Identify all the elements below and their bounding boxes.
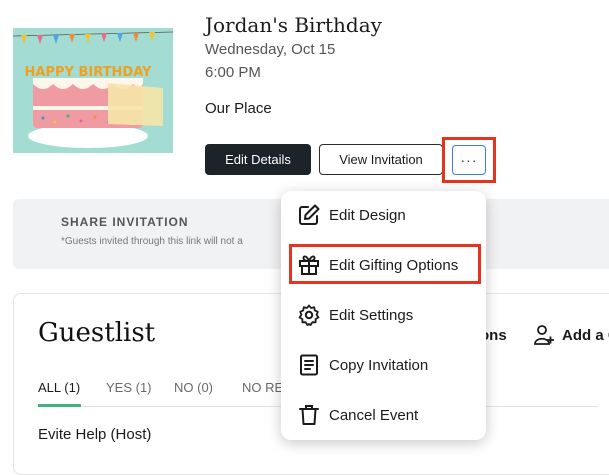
event-date: Wednesday, Oct 15: [205, 41, 336, 58]
view-invitation-button[interactable]: View Invitation: [319, 144, 443, 175]
share-invitation-title: SHARE INVITATION: [61, 215, 189, 229]
menu-item-label: Copy Invitation: [329, 356, 429, 374]
event-venue: Our Place: [205, 100, 272, 117]
more-options-button[interactable]: ···: [452, 145, 486, 175]
event-thumbnail[interactable]: HAPPY BIRTHDAY: [13, 28, 173, 153]
menu-item-edit-settings[interactable]: Edit Settings: [297, 302, 472, 328]
thumbnail-text: HAPPY BIRTHDAY: [25, 65, 152, 80]
edit-details-button[interactable]: Edit Details: [205, 144, 311, 175]
document-icon: [300, 354, 318, 376]
tab-all[interactable]: ALL (1): [38, 380, 80, 395]
gear-icon: [298, 304, 320, 326]
tab-no[interactable]: NO (0): [174, 380, 213, 395]
add-guest-button[interactable]: Add a G: [562, 327, 609, 344]
menu-item-label: Cancel Event: [329, 406, 419, 424]
guestlist-title: Guestlist: [38, 318, 156, 348]
birthday-cake-image: HAPPY BIRTHDAY: [13, 28, 173, 153]
add-person-icon[interactable]: [533, 324, 555, 346]
event-time: 6:00 PM: [205, 64, 261, 81]
guest-row[interactable]: Evite Help (Host): [38, 426, 151, 443]
menu-item-copy-invitation[interactable]: Copy Invitation: [297, 352, 472, 378]
menu-item-label: Edit Gifting Options: [329, 256, 459, 274]
tab-yes[interactable]: YES (1): [106, 380, 152, 395]
tab-no-reply[interactable]: NO RE: [242, 380, 283, 395]
active-tab-indicator: [38, 404, 81, 407]
trash-icon: [299, 405, 319, 425]
menu-item-cancel-event[interactable]: Cancel Event: [297, 402, 472, 428]
event-title: Jordan's Birthday: [205, 13, 382, 37]
menu-item-label: Edit Design: [329, 206, 406, 224]
menu-item-edit-gifting-options[interactable]: Edit Gifting Options: [297, 252, 472, 278]
menu-item-edit-design[interactable]: Edit Design: [297, 202, 472, 228]
gift-icon: [299, 255, 319, 275]
pencil-square-icon: [299, 204, 320, 225]
menu-item-label: Edit Settings: [329, 306, 414, 324]
share-invitation-note: *Guests invited through this link will n…: [61, 236, 243, 247]
